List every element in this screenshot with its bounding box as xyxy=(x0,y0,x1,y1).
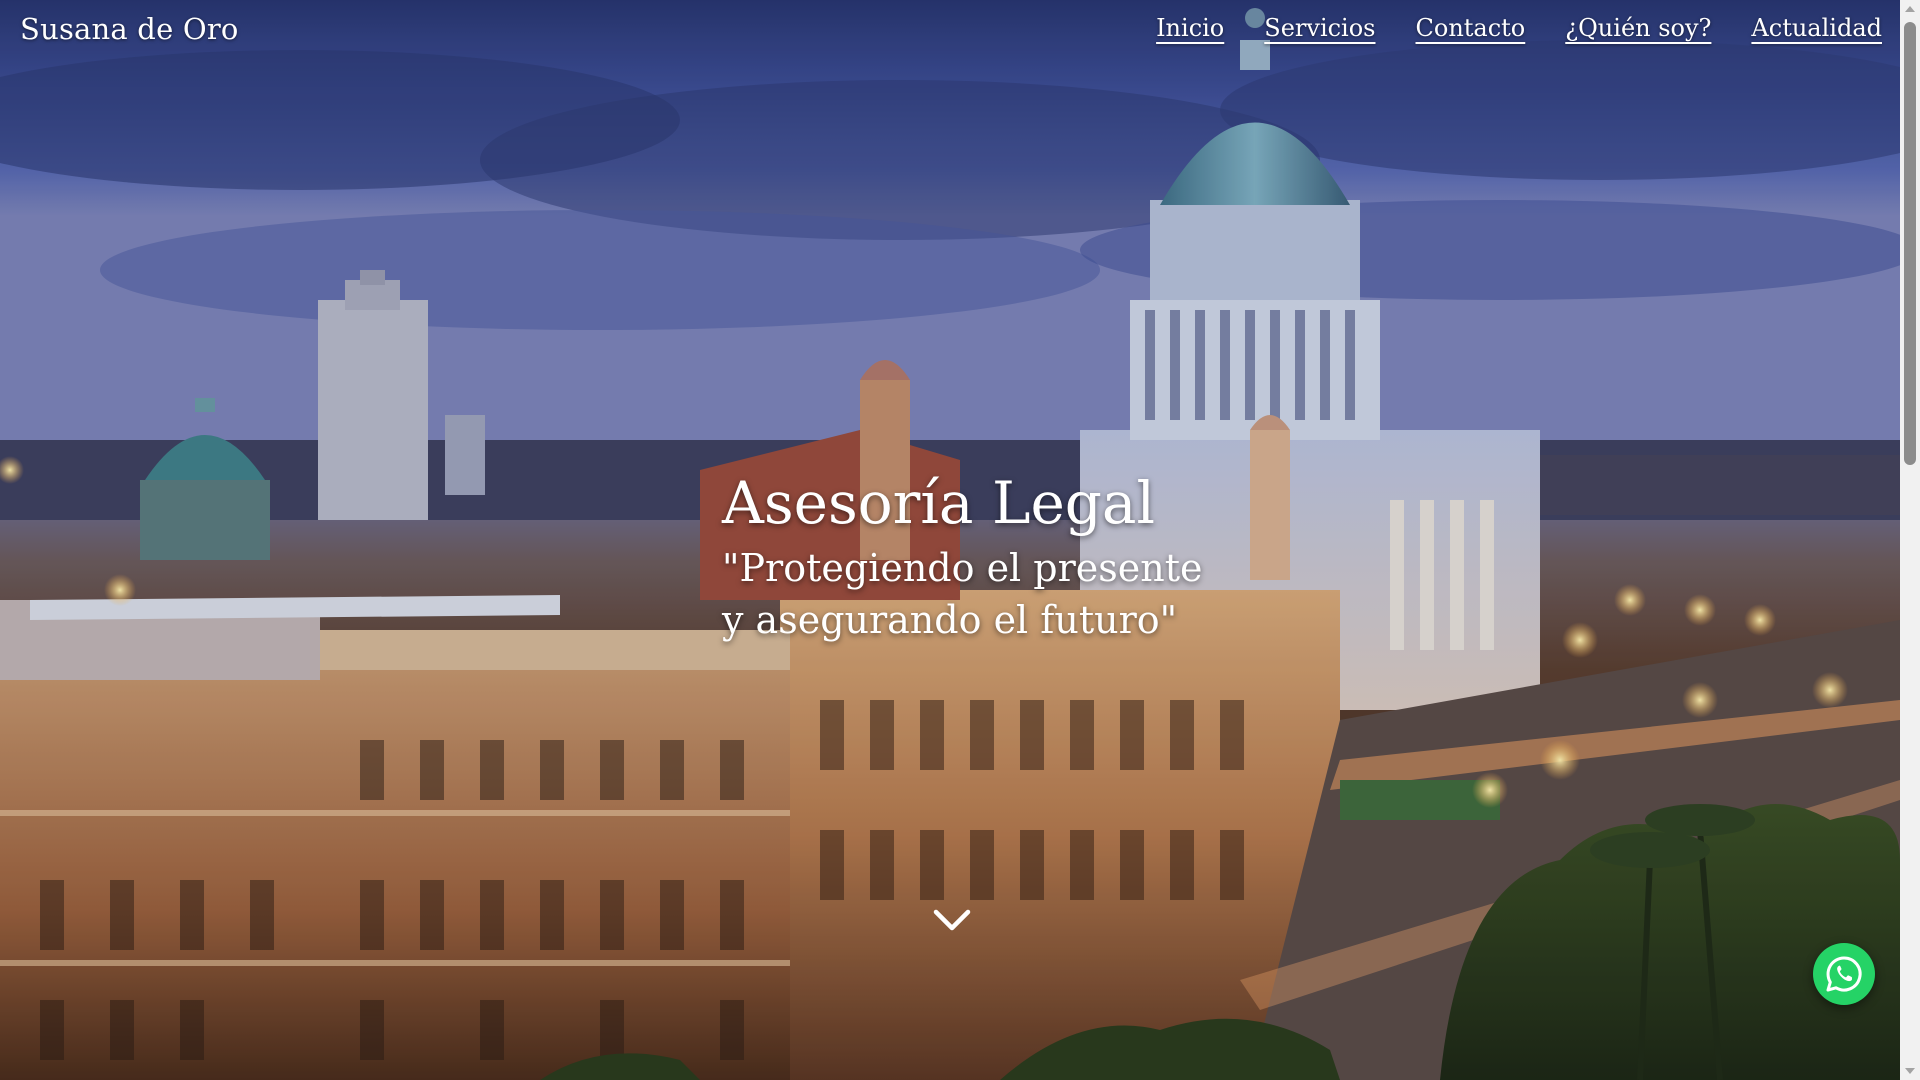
hero-title: Asesoría Legal xyxy=(722,469,1156,537)
hero-subtitle-line-2: y asegurando el futuro" xyxy=(722,598,1178,643)
hero-subtitle-line-1: "Protegiendo el presente xyxy=(722,545,1203,590)
chevron-down-icon xyxy=(933,909,971,931)
site-brand-link[interactable]: Susana de Oro xyxy=(20,12,239,46)
main-nav: Inicio Servicios Contacto ¿Quién soy? Ac… xyxy=(1156,14,1882,42)
scroll-down-arrow-icon[interactable] xyxy=(1905,1068,1915,1074)
vertical-scrollbar[interactable] xyxy=(1900,0,1920,1080)
hero-subtitle: "Protegiendo el presente y asegurando el… xyxy=(722,542,1203,647)
nav-link-inicio[interactable]: Inicio xyxy=(1156,14,1224,42)
hero-text-block: Asesoría Legal "Protegiendo el presente … xyxy=(722,469,1203,647)
whatsapp-icon xyxy=(1826,956,1862,992)
scroll-down-button[interactable] xyxy=(932,906,972,934)
nav-link-contacto[interactable]: Contacto xyxy=(1416,14,1526,42)
whatsapp-button[interactable] xyxy=(1813,943,1875,1005)
scrollbar-thumb[interactable] xyxy=(1904,22,1916,465)
page: Susana de Oro Inicio Servicios Contacto … xyxy=(0,0,1920,1080)
nav-link-quien-soy[interactable]: ¿Quién soy? xyxy=(1565,14,1711,42)
nav-link-servicios[interactable]: Servicios xyxy=(1264,14,1375,42)
nav-link-actualidad[interactable]: Actualidad xyxy=(1751,14,1882,42)
scroll-up-arrow-icon[interactable] xyxy=(1905,6,1915,12)
